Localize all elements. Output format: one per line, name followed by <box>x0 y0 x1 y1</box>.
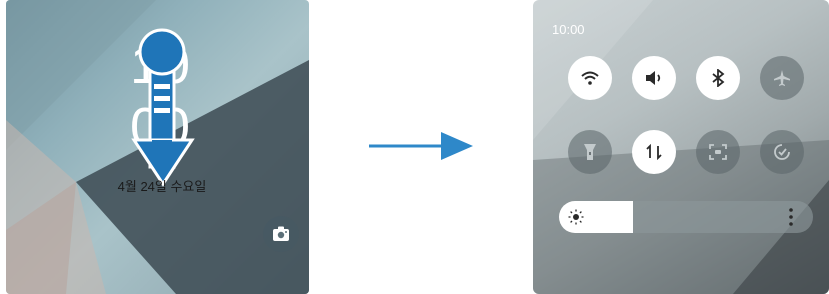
camera-shortcut-button[interactable] <box>263 216 299 252</box>
tile-screen-recorder[interactable] <box>696 130 740 174</box>
tile-flashlight[interactable] <box>568 130 612 174</box>
wifi-icon <box>581 71 599 85</box>
swipe-down-finger-icon <box>131 28 195 187</box>
more-vertical-icon[interactable] <box>785 206 797 228</box>
quick-panel: 10:00 <box>533 0 829 294</box>
tile-mobile-data[interactable] <box>632 130 676 174</box>
bluetooth-icon <box>712 69 725 87</box>
lock-date: 4월 24일 수요일 <box>117 179 207 194</box>
camera-icon <box>273 226 289 241</box>
screen-recorder-icon <box>709 144 727 160</box>
tile-bluetooth[interactable] <box>696 56 740 100</box>
arrow-right-icon <box>369 132 473 160</box>
quick-panel-time: 10:00 <box>552 22 585 37</box>
tile-always-on[interactable] <box>760 130 804 174</box>
sun-icon <box>568 209 584 225</box>
sound-icon <box>646 71 661 85</box>
tile-wifi[interactable] <box>568 56 612 100</box>
brightness-slider[interactable] <box>559 201 813 233</box>
tile-sound[interactable] <box>632 56 676 100</box>
tile-airplane[interactable] <box>760 56 804 100</box>
flashlight-icon <box>584 144 596 160</box>
airplane-icon <box>774 70 790 86</box>
mobile-data-icon <box>646 144 662 160</box>
lock-screen: 10 00 4월 24일 수요일 <box>6 0 309 294</box>
check-circle-icon <box>774 144 790 160</box>
